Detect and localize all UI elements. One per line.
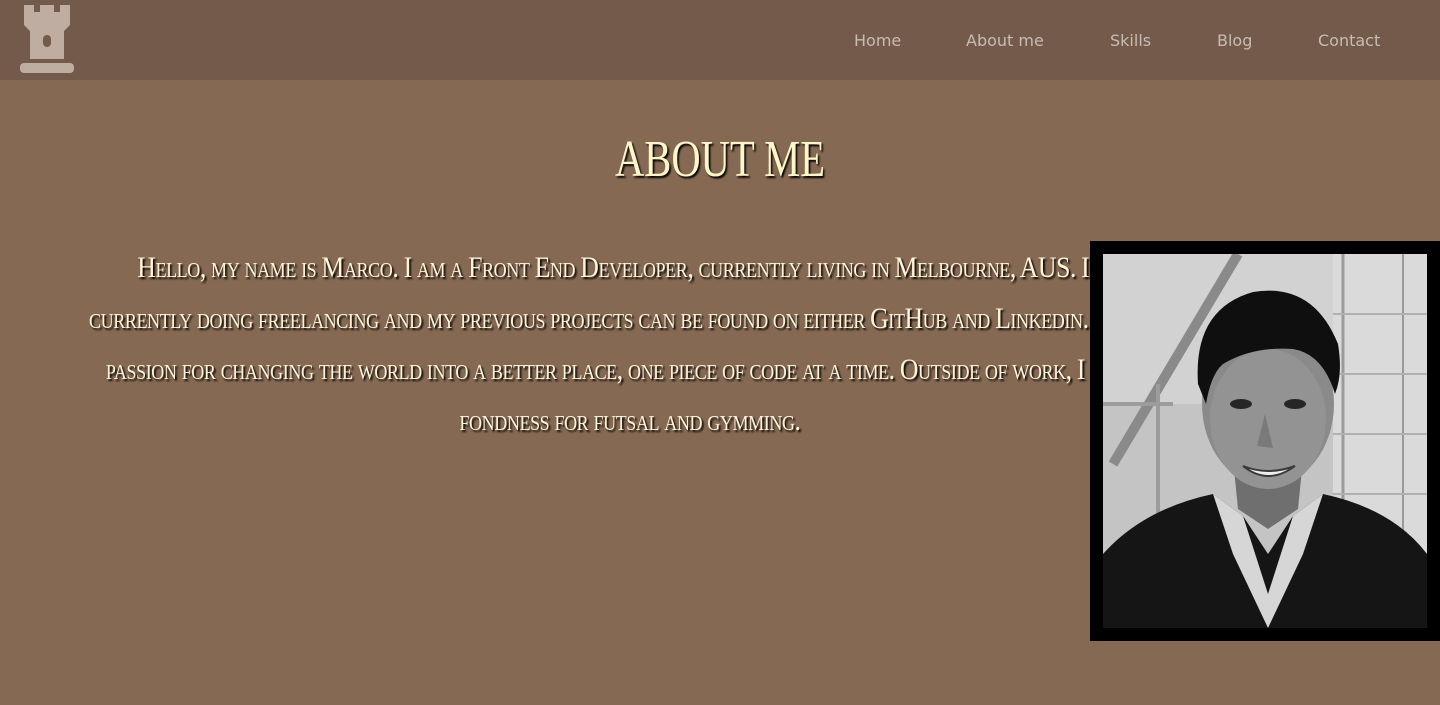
nav-link-about-me[interactable]: About me [966, 31, 1044, 50]
profile-photo [1103, 254, 1427, 628]
bio-text: Hello, my name is Marco. I am a Front En… [88, 251, 1172, 437]
nav-link-blog[interactable]: Blog [1217, 31, 1252, 50]
nav-link-home[interactable]: Home [854, 31, 901, 50]
navbar: Home About me Skills Blog Contact [0, 0, 1440, 80]
nav-link-skills[interactable]: Skills [1110, 31, 1151, 50]
page-title: ABOUT ME [615, 131, 825, 188]
profile-photo-image [1103, 254, 1427, 628]
profile-photo-frame [1090, 241, 1440, 641]
castle-rook-icon[interactable] [20, 5, 74, 73]
nav-link-contact[interactable]: Contact [1318, 31, 1380, 50]
bio-container: Hello, my name is Marco. I am a Front En… [0, 242, 1171, 446]
